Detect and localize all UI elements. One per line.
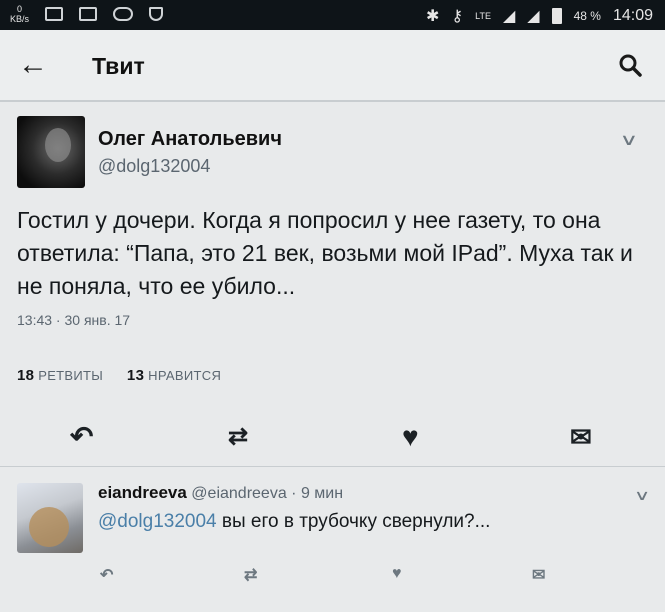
reply-icon[interactable]: ↶ [100,565,113,585]
top-app-bar: ← Твит [0,30,665,102]
battery-level: 48 % [573,9,601,23]
reply-icon[interactable]: ↶ [70,422,93,452]
status-bar: 0 KB/s ✱ ⚷ LTE ◢ ◢ 48 % 14:09 [0,0,665,30]
arrow-left-icon[interactable]: ← [18,50,48,80]
shield-icon [149,7,164,21]
heart-icon[interactable]: ♥ [392,565,402,583]
reply-author-name[interactable]: eiandreeva [98,483,187,502]
tweet-text: Гостил у дочери. Когда я попросил у нее … [17,207,633,299]
signal-icon: ◢ [502,8,516,25]
gallery-icon [45,7,64,21]
avatar[interactable] [17,116,85,188]
retweet-stat[interactable]: 18 РЕТВИТЫ [17,367,103,384]
message-icon [79,7,98,21]
signal-2-icon: ◢ [527,8,540,25]
search-icon[interactable] [617,52,643,78]
tweet-stats: 18 РЕТВИТЫ 13 НРАВИТСЯ [17,367,221,384]
cloud-icon [113,7,134,21]
bluetooth-icon: ✱ [426,8,440,25]
reply-author-handle[interactable]: @eiandreeva [191,485,286,502]
message-icon[interactable]: ✉ [570,422,592,452]
message-icon[interactable]: ✉ [532,565,545,585]
like-stat[interactable]: 13 НРАВИТСЯ [127,367,221,384]
reply-header: eiandreeva @eiandreeva · 9 мин [98,483,344,502]
network-type: LTE [475,11,491,21]
chevron-down-icon[interactable]: ∨ [634,487,650,504]
network-speed: 0 KB/s [10,4,30,24]
tweet-actions: ↶ ⇄ ♥ ✉ [0,422,665,453]
retweet-icon[interactable]: ⇄ [228,422,248,452]
reply-time: 9 мин [300,485,344,502]
reply-tweet[interactable]: eiandreeva @eiandreeva · 9 мин ∨ @dolg13… [0,467,665,612]
battery-icon [551,8,562,24]
clock: 14:09 [612,7,653,24]
retweet-icon[interactable]: ⇄ [244,565,257,585]
tweet-timestamp: 13:43 · 30 янв. 17 [17,312,131,328]
author-name[interactable]: Олег Анатольевич [98,128,282,151]
reply-text: @dolg132004 вы его в трубочку свернули?.… [98,511,491,532]
key-icon: ⚷ [451,8,464,25]
reply-mention[interactable]: @dolg132004 [98,511,217,532]
avatar[interactable] [17,483,83,553]
page-title: Твит [92,53,145,79]
author-handle[interactable]: @dolg132004 [98,156,210,177]
chevron-down-icon[interactable]: ∨ [620,130,639,150]
heart-icon[interactable]: ♥ [402,422,419,452]
main-tweet: Олег Анатольевич @dolg132004 ∨ Гостил у … [0,104,665,464]
